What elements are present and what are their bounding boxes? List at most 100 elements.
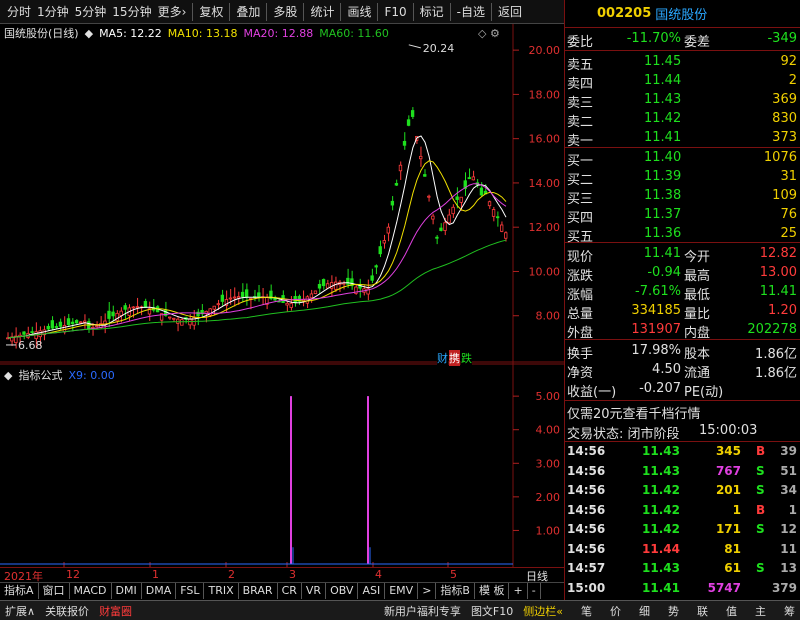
- new-user-promo-link[interactable]: 新用户福利专享: [379, 603, 466, 619]
- candle-body: [394, 183, 399, 186]
- tab-dma[interactable]: DMA: [142, 583, 177, 599]
- tab-window[interactable]: 窗口: [39, 583, 70, 599]
- stat-label: 外盘: [567, 326, 594, 341]
- bid-price: 11.40: [644, 150, 682, 165]
- tick-time: 15:00: [567, 580, 606, 595]
- ma20-line: [7, 183, 507, 339]
- finance-badge[interactable]: 财: [437, 350, 448, 366]
- indicator-collapse-icon[interactable]: ◆: [4, 369, 12, 382]
- sidebar-toggle-button[interactable]: 侧边栏«: [518, 603, 568, 619]
- bid-volume: 1076: [763, 150, 797, 165]
- stat-row: 涨幅 -7.61% 最低 11.41: [566, 282, 799, 303]
- mark-button[interactable]: 标记: [417, 3, 447, 20]
- overlay-button[interactable]: 叠加: [233, 3, 263, 20]
- candle-body: [232, 296, 237, 299]
- tab-detail[interactable]: 细: [634, 603, 655, 619]
- price-tick-label: 8.00: [536, 310, 561, 323]
- expand-button[interactable]: 扩展∧: [0, 603, 40, 619]
- weicha-label: 委差: [684, 35, 711, 50]
- promo-text[interactable]: 仅需20元查看千档行情: [567, 403, 701, 422]
- candle-body: [58, 321, 63, 327]
- tab-macd[interactable]: MACD: [70, 583, 112, 599]
- draw-line-button[interactable]: 画线: [344, 3, 374, 20]
- tab-1min[interactable]: 1分钟: [34, 3, 72, 20]
- divider: [340, 2, 342, 21]
- chart-settings-icons[interactable]: ◇ ⚙: [478, 27, 500, 40]
- stats-button[interactable]: 统计: [307, 3, 337, 20]
- add-window-button[interactable]: +: [509, 583, 528, 599]
- tab-trix[interactable]: TRIX: [204, 583, 239, 599]
- fall-badge[interactable]: 跌: [461, 350, 472, 366]
- stat-value: 12.82: [759, 246, 797, 261]
- candle-body: [471, 176, 476, 181]
- tab-link[interactable]: 联: [692, 603, 713, 619]
- ma60-label: MA60: 11.60: [319, 26, 389, 40]
- tick-row: 14:56 11.43 767 S 51: [566, 462, 799, 481]
- tabs-next-arrow[interactable]: >: [418, 583, 437, 599]
- tab-asi[interactable]: ASI: [358, 583, 386, 599]
- tick-time: 14:56: [567, 483, 606, 497]
- divider: [565, 50, 800, 51]
- ask-row: 卖四 11.44 2: [566, 71, 799, 92]
- tab-obv[interactable]: OBV: [326, 583, 359, 599]
- tab-dmi[interactable]: DMI: [112, 583, 142, 599]
- tick-price: 11.42: [642, 502, 680, 517]
- ma5-label: MA5: 12.22: [99, 26, 162, 40]
- tab-trend[interactable]: 势: [663, 603, 684, 619]
- candle-body: [325, 283, 330, 289]
- tab-15min[interactable]: 15分钟: [109, 3, 154, 20]
- status-row: 交易状态: 闭市阶段 15:00:03: [566, 421, 799, 442]
- remove-window-button[interactable]: -: [528, 583, 541, 599]
- tab-trades[interactable]: 笔: [576, 603, 597, 619]
- tick-row: 14:56 11.42 1 B 1: [566, 501, 799, 520]
- candle-body: [374, 265, 378, 268]
- tick-volume: 1: [732, 502, 741, 517]
- adjust-button[interactable]: 复权: [196, 3, 226, 20]
- kline-chart[interactable]: 20.00 18.00 16.00 14.00 12.00 10.00 8.00 5.00 4.…: [0, 24, 564, 567]
- tab-price[interactable]: 价: [605, 603, 626, 619]
- more-periods-button[interactable]: 更多›: [155, 3, 190, 20]
- remove-watchlist-button[interactable]: -自选: [454, 3, 488, 20]
- tab-chips[interactable]: 筹: [779, 603, 800, 619]
- candle-body: [78, 321, 83, 324]
- tab-vr[interactable]: VR: [302, 583, 327, 599]
- f10-graphic-button[interactable]: 图文F10: [466, 603, 518, 619]
- multi-stock-button[interactable]: 多股: [270, 3, 300, 20]
- back-button[interactable]: 返回: [495, 3, 525, 20]
- tab-brar[interactable]: BRAR: [239, 583, 278, 599]
- tab-cr[interactable]: CR: [278, 583, 302, 599]
- related-quote-button[interactable]: 关联报价: [40, 603, 94, 619]
- f10-button[interactable]: F10: [381, 5, 409, 19]
- tab-5min[interactable]: 5分钟: [72, 3, 110, 20]
- stat-value: 131907: [631, 322, 681, 337]
- promo-row[interactable]: 仅需20元查看千档行情: [566, 401, 799, 422]
- tab-template[interactable]: 模 板: [475, 583, 510, 599]
- wealth-circle-button[interactable]: 财富圈: [94, 603, 137, 619]
- tick-time: 14:56: [567, 502, 606, 517]
- tick-volume: 345: [715, 444, 741, 458]
- candle-body: [491, 209, 496, 217]
- tab-emv[interactable]: EMV: [385, 583, 419, 599]
- fundamental-value: 17.98%: [631, 343, 681, 358]
- carry-badge[interactable]: 携: [449, 350, 460, 366]
- tick-direction: B: [756, 444, 766, 458]
- bid-row: 买四 11.37 76: [566, 205, 799, 226]
- tick-volume: 5747: [707, 580, 741, 595]
- candle-body: [220, 294, 225, 302]
- tab-indicator-a[interactable]: 指标A: [0, 583, 39, 599]
- stat-row: 总量 334185 量比 1.20: [566, 301, 799, 322]
- tab-indicator-b[interactable]: 指标B: [436, 583, 475, 599]
- tab-value[interactable]: 值: [721, 603, 742, 619]
- ask-label: 卖一: [567, 134, 594, 149]
- bid-price: 11.38: [644, 188, 682, 203]
- divider: [303, 2, 305, 21]
- tab-main[interactable]: 主: [750, 603, 771, 619]
- ma-toggle-icon[interactable]: ◆: [85, 27, 93, 40]
- fundamental-label: PE(动): [684, 385, 724, 400]
- tab-fsl[interactable]: FSL: [176, 583, 205, 599]
- indicator-title[interactable]: 指标公式: [18, 367, 62, 383]
- candle-body: [370, 275, 374, 281]
- badges[interactable]: 财 携 跌: [437, 350, 472, 366]
- tick-row: 14:57 11.43 61 S 13: [566, 559, 799, 578]
- tab-intraday[interactable]: 分时: [4, 3, 34, 20]
